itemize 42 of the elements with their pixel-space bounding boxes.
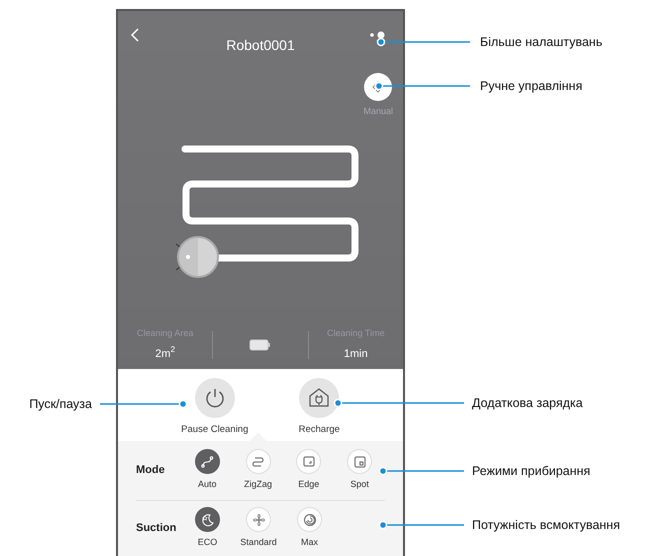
stat-value: 1min	[344, 346, 368, 362]
callout-label: Режими прибирання	[472, 463, 590, 480]
manual-label: Manual	[363, 105, 393, 118]
manual-control-button[interactable]	[364, 73, 392, 101]
max-suction-button[interactable]	[297, 507, 322, 532]
action-label: Pause Cleaning	[181, 423, 248, 437]
fan-icon	[252, 512, 266, 527]
zigzag-mode-button[interactable]	[246, 449, 270, 474]
moon-icon	[200, 512, 214, 527]
setting-label: Suction	[136, 521, 178, 536]
eco-suction-button[interactable]	[195, 507, 220, 532]
square-spot-icon	[352, 454, 367, 469]
recharge-button[interactable]	[299, 378, 340, 418]
callout-label: Ручне управління	[480, 78, 582, 95]
curved-path-icon	[200, 454, 214, 469]
spot-mode-button[interactable]	[347, 449, 372, 474]
action-label: Recharge	[298, 423, 340, 437]
square-corner-icon	[302, 454, 316, 469]
robot-vacuum-icon	[176, 236, 219, 278]
option-label: Spot	[350, 478, 369, 492]
option-label: ECO	[198, 536, 218, 550]
screen-title: Robot0001	[226, 37, 295, 53]
callout-label: Пуск/пауза	[29, 396, 92, 413]
auto-mode-button[interactable]	[194, 449, 220, 474]
callout-label: Потужність всмоктування	[472, 517, 620, 534]
option-label: Auto	[198, 478, 216, 492]
back-icon	[130, 26, 140, 43]
option-label: Edge	[298, 478, 320, 492]
setting-label: Mode	[136, 463, 166, 478]
callout-label: Більше налаштувань	[480, 34, 602, 51]
stat-value: 2m$^{2}$	[155, 346, 176, 362]
spiral-icon	[302, 512, 316, 527]
zigzag-icon	[251, 454, 265, 469]
edge-mode-button[interactable]	[296, 449, 322, 474]
standard-suction-button[interactable]	[246, 507, 271, 532]
more-icon	[369, 30, 385, 39]
option-label: Standard	[240, 536, 277, 550]
power-button[interactable]	[194, 378, 235, 418]
option-label: Max	[300, 536, 318, 550]
option-label: ZigZag	[244, 478, 272, 492]
callout-label: Додаткова зарядка	[472, 395, 583, 412]
battery-icon	[249, 338, 272, 350]
